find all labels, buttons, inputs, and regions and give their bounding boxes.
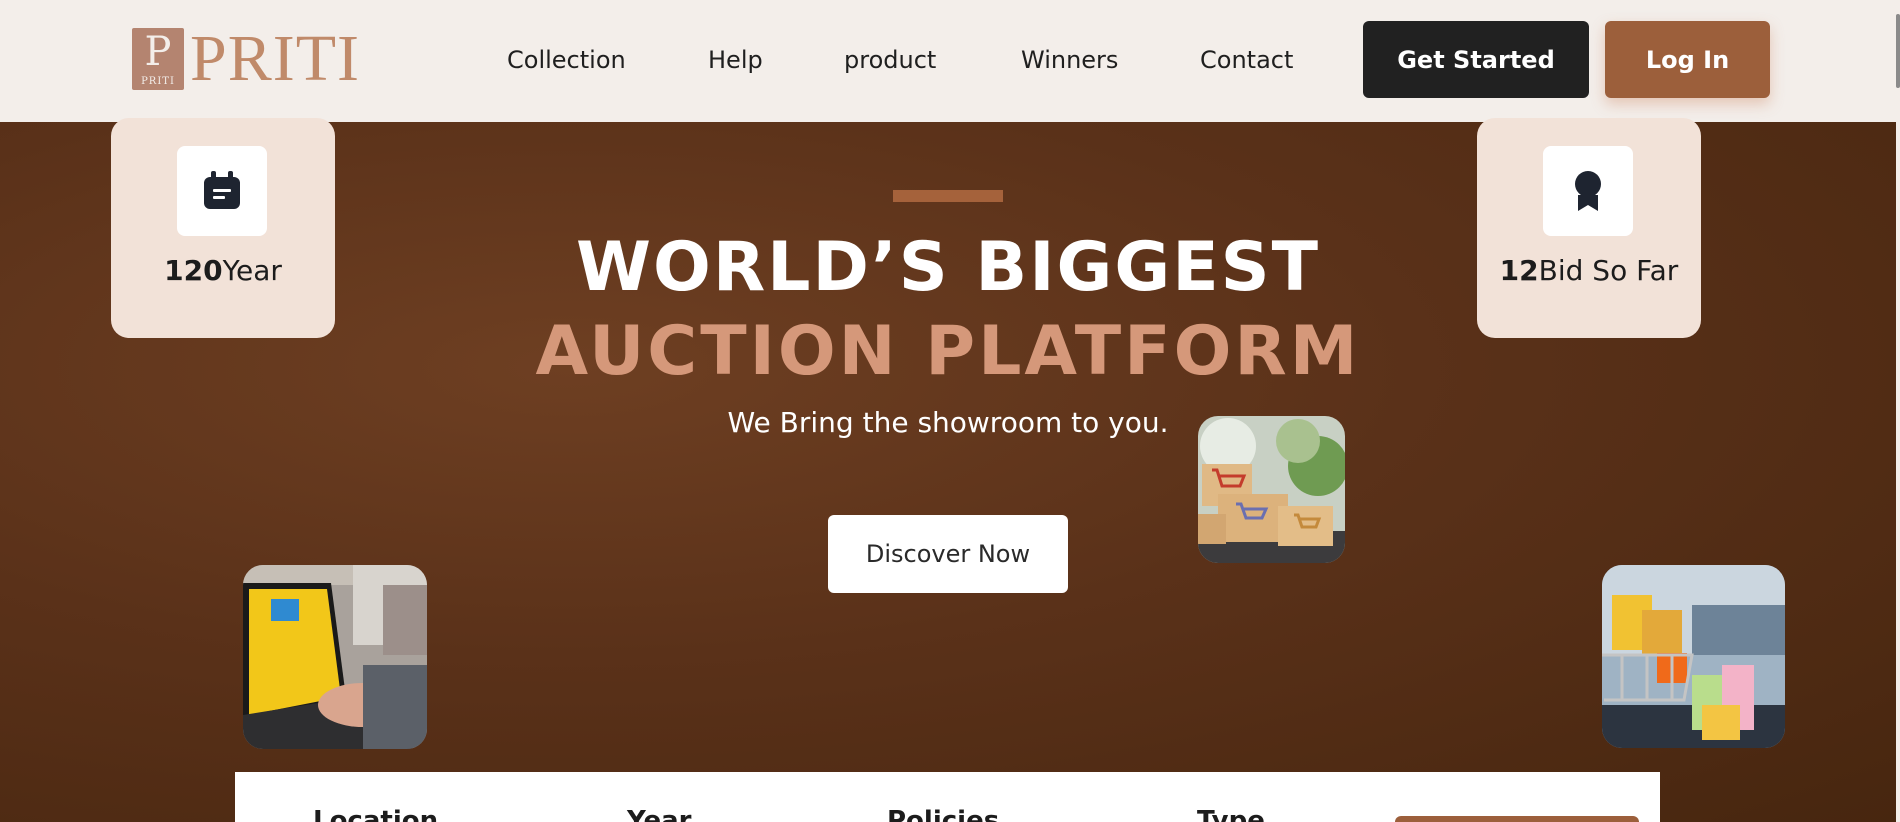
page-scrollbar[interactable]: [1896, 0, 1900, 822]
nav-link-contact[interactable]: Contact: [1200, 42, 1293, 78]
stat-bids-label: Bid So Far: [1538, 254, 1679, 287]
stat-card-bids: 12Bid So Far: [1477, 118, 1701, 338]
scrollbar-thumb[interactable]: [1896, 14, 1900, 88]
get-started-button[interactable]: Get Started: [1363, 21, 1589, 98]
logo-mark-small-text: PRITI: [141, 76, 175, 87]
stat-bids-text: 12Bid So Far: [1477, 254, 1701, 287]
filter-year[interactable]: Year: [627, 806, 691, 822]
stat-years-value: 120: [164, 254, 223, 287]
discover-now-button[interactable]: Discover Now: [828, 515, 1068, 593]
stat-years-text: 120Year: [111, 254, 335, 287]
logo-mark: P PRITI: [132, 28, 184, 90]
search-button[interactable]: [1395, 816, 1639, 822]
login-button[interactable]: Log In: [1605, 21, 1770, 98]
brand-name: PRITI: [190, 22, 360, 95]
award-icon: [1543, 146, 1633, 236]
site-header: P PRITI PRITI Collection Help product Wi…: [0, 0, 1896, 122]
stat-bids-value: 12: [1499, 254, 1539, 287]
filter-location[interactable]: Location: [313, 806, 438, 822]
brand-logo[interactable]: P PRITI PRITI: [132, 22, 360, 95]
logo-mark-letter: P: [144, 29, 172, 75]
nav-link-winners[interactable]: Winners: [1021, 42, 1118, 78]
calendar-icon: [177, 146, 267, 236]
shopping-carts-boxes-image: [1198, 416, 1345, 563]
filter-policies[interactable]: Policies: [887, 806, 999, 822]
search-filter-panel: Location Year Policies Type: [235, 772, 1660, 822]
nav-link-help[interactable]: Help: [708, 42, 763, 78]
stat-card-years: 120Year: [111, 118, 335, 338]
nav-link-product[interactable]: product: [844, 42, 936, 78]
hero-tagline: We Bring the showroom to you.: [727, 406, 1169, 439]
title-accent-bar: [893, 190, 1003, 202]
cart-shopping-bags-image: [1602, 565, 1785, 748]
online-shopping-laptop-image: [243, 565, 427, 749]
stat-years-label: Year: [222, 254, 282, 287]
filter-type[interactable]: Type: [1197, 806, 1265, 822]
nav-link-collection[interactable]: Collection: [507, 42, 626, 78]
